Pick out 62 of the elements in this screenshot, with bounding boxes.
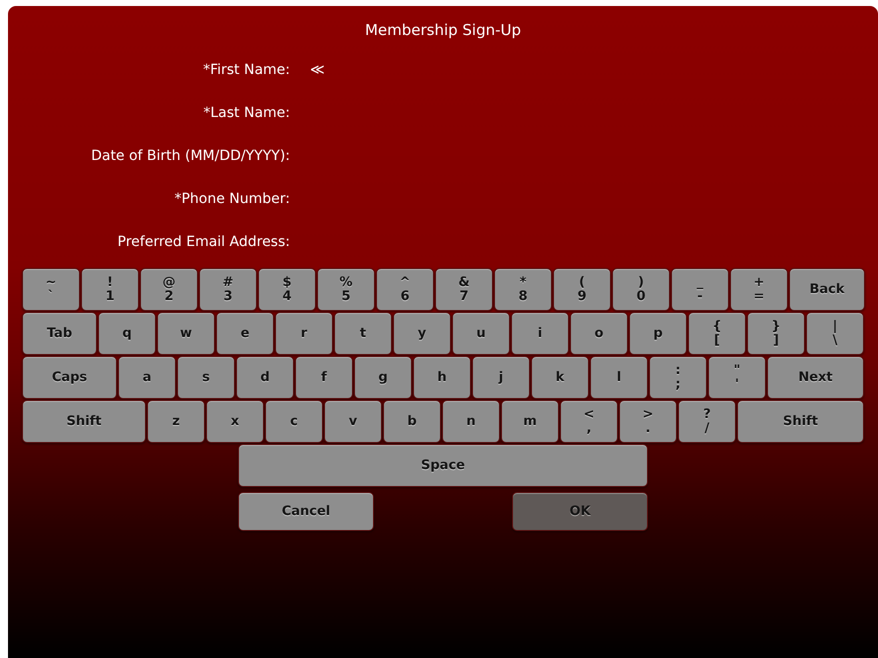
keyboard-key[interactable]: y [393, 312, 451, 355]
keyboard-key[interactable]: p [629, 312, 687, 355]
field-label: Preferred Email Address: [116, 234, 290, 250]
keyboard-key[interactable]: h [413, 356, 471, 399]
keyboard-key[interactable]: } ] [747, 312, 805, 355]
keyboard-key[interactable]: Shift [22, 400, 146, 443]
keyboard-key[interactable]: s [177, 356, 235, 399]
keyboard-key[interactable]: m [501, 400, 559, 443]
keyboard-key[interactable]: t [334, 312, 392, 355]
keyboard-key[interactable]: & 7 [435, 268, 493, 311]
space-key[interactable]: Space [238, 444, 648, 487]
keyboard-key[interactable]: Next [767, 356, 864, 399]
keyboard-key[interactable]: v [324, 400, 382, 443]
keyboard-key[interactable]: l [590, 356, 648, 399]
keyboard-key[interactable]: g [354, 356, 412, 399]
field-label: *First Name: [202, 62, 290, 78]
keyboard-key[interactable]: * 8 [494, 268, 552, 311]
field-label: *Last Name: [202, 104, 290, 120]
keyboard-key[interactable]: d [236, 356, 294, 399]
keyboard-key[interactable]: q [98, 312, 156, 355]
keyboard-key[interactable]: # 3 [199, 268, 257, 311]
keyboard-key[interactable]: Shift [737, 400, 864, 443]
keyboard-key[interactable]: u [452, 312, 510, 355]
keyboard-key[interactable]: ) 0 [612, 268, 670, 311]
field-value[interactable]: ≪ [310, 62, 325, 78]
keyboard-key[interactable]: : ; [649, 356, 707, 399]
keyboard-key[interactable]: x [206, 400, 264, 443]
keyboard-key[interactable]: % 5 [317, 268, 375, 311]
field-label: *Phone Number: [173, 190, 290, 206]
keyboard-key[interactable]: e [216, 312, 274, 355]
window-title: Membership Sign-Up [364, 21, 522, 41]
keyboard-key[interactable]: r [275, 312, 333, 355]
keyboard-key[interactable]: Caps [22, 356, 117, 399]
keyboard-key[interactable]: { [ [688, 312, 746, 355]
keyboard-key[interactable]: j [472, 356, 530, 399]
keyboard-key[interactable]: _ - [671, 268, 729, 311]
keyboard-key[interactable]: < , [560, 400, 618, 443]
keyboard-key[interactable]: f [295, 356, 353, 399]
field-label: Date of Birth (MM/DD/YYYY): [90, 148, 290, 164]
keyboard-key[interactable]: k [531, 356, 589, 399]
keyboard-key[interactable]: ~ ` [22, 268, 80, 311]
keyboard-key[interactable]: a [118, 356, 176, 399]
keyboard-key[interactable]: @ 2 [140, 268, 198, 311]
keyboard-key[interactable]: Tab [22, 312, 97, 355]
keyboard-key[interactable]: z [147, 400, 205, 443]
keyboard-key[interactable]: ! 1 [81, 268, 139, 311]
keyboard-key[interactable]: ( 9 [553, 268, 611, 311]
keyboard-key[interactable]: | \ [806, 312, 864, 355]
keyboard-key[interactable]: + = [730, 268, 788, 311]
keyboard-key[interactable]: n [442, 400, 500, 443]
keyboard-key[interactable]: c [265, 400, 323, 443]
keyboard-key[interactable]: > . [619, 400, 677, 443]
cancel-button[interactable]: Cancel [238, 492, 374, 531]
keyboard-key[interactable]: $ 4 [258, 268, 316, 311]
keyboard-key[interactable]: ? / [678, 400, 736, 443]
keyboard-key[interactable]: b [383, 400, 441, 443]
keyboard-key[interactable]: Back [789, 268, 865, 311]
keyboard-key[interactable]: i [511, 312, 569, 355]
keyboard-key[interactable]: o [570, 312, 628, 355]
keyboard-key[interactable]: " ' [708, 356, 766, 399]
keyboard-key[interactable]: w [157, 312, 215, 355]
keyboard-key[interactable]: ^ 6 [376, 268, 434, 311]
